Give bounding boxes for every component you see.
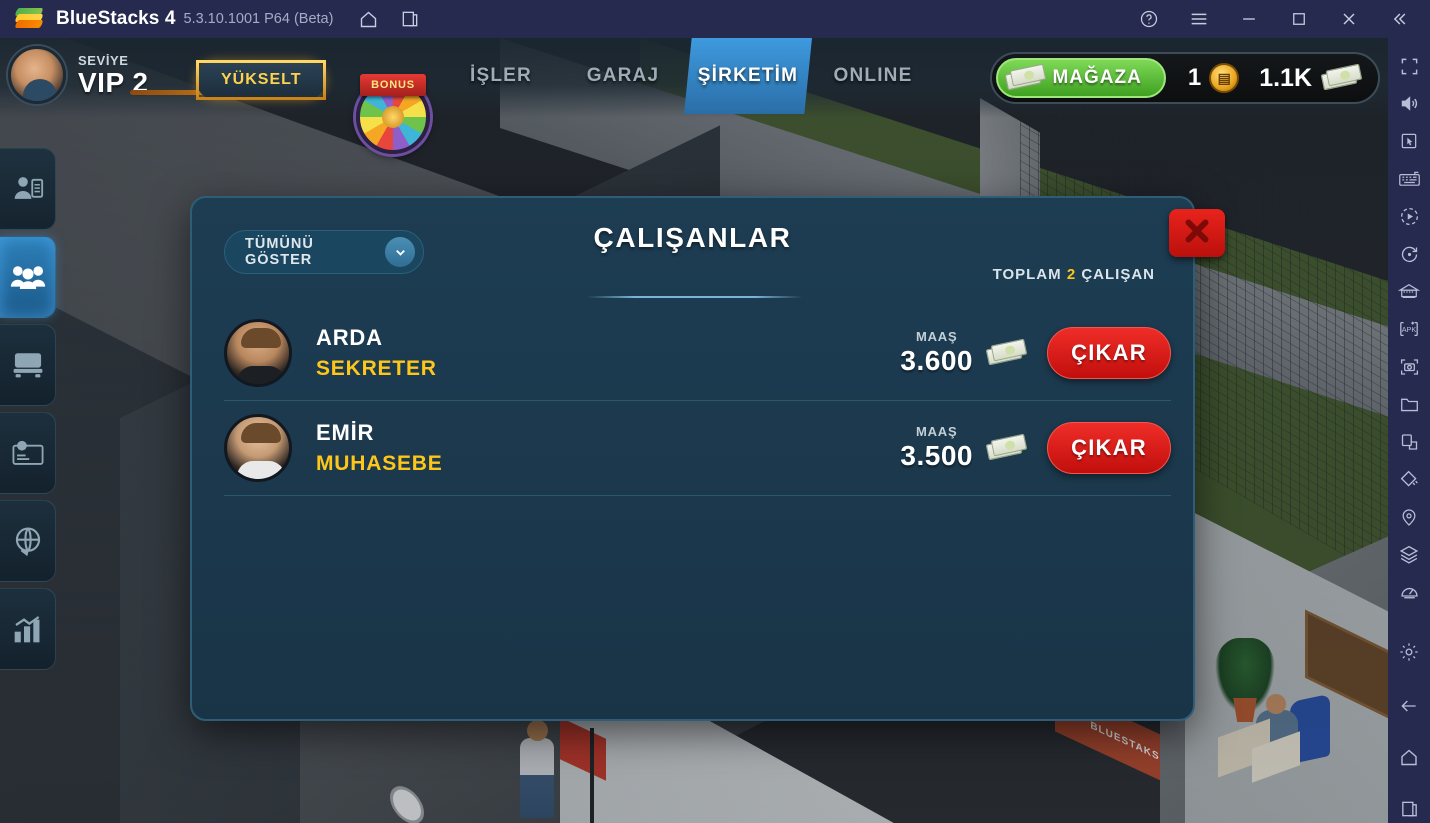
employee-name: EMİR <box>316 420 375 445</box>
close-x-icon <box>1180 214 1214 253</box>
game-viewport[interactable]: BLUESTAKS SEVİYE VIP 2 YÜKSELT BONUS İŞL… <box>0 38 1388 823</box>
cash-value: 1.1K <box>1259 63 1312 92</box>
gold-coin-icon: ▤ <box>1209 63 1240 93</box>
back-icon[interactable] <box>1393 691 1425 720</box>
home-icon[interactable] <box>1393 743 1425 772</box>
macro-record-icon[interactable] <box>1393 202 1425 231</box>
cash-stack-icon <box>1005 63 1047 91</box>
avatar <box>224 319 292 387</box>
cash-stack-icon <box>1320 63 1363 91</box>
sidebar-item-globe[interactable] <box>0 500 56 582</box>
total-employees-label: TOPLAM 2 ÇALIŞAN <box>993 266 1155 283</box>
location-icon[interactable] <box>1393 503 1425 532</box>
home-icon[interactable] <box>351 2 385 36</box>
dialog-title: ÇALIŞANLAR <box>593 222 792 253</box>
avatar <box>224 414 292 482</box>
vip-status[interactable]: SEVİYE VIP 2 <box>8 46 148 104</box>
eco-mode-icon[interactable] <box>1393 578 1425 607</box>
close-dialog-button[interactable] <box>1169 209 1225 257</box>
fire-employee-button[interactable]: ÇIKAR <box>1047 422 1171 474</box>
cursor-icon[interactable] <box>1393 127 1425 156</box>
employee-role: MUHASEBE <box>316 452 443 475</box>
bluestacks-titlebar: BlueStacks 4 5.3.10.1001 P64 (Beta) <box>0 0 1430 38</box>
tab-sirketim[interactable]: ŞİRKETİM <box>684 38 812 114</box>
help-icon[interactable] <box>1132 2 1166 36</box>
gold-value: 1 <box>1187 64 1202 91</box>
globe-icon <box>12 525 44 557</box>
salary-label: MAAŞ <box>915 329 958 344</box>
copy-to-pc-icon[interactable] <box>1393 428 1425 457</box>
minimize-icon[interactable] <box>1232 2 1266 36</box>
fire-employee-button[interactable]: ÇIKAR <box>1047 327 1171 379</box>
tab-isler[interactable]: İŞLER <box>440 38 562 114</box>
multi-instance-manager-icon[interactable] <box>1393 277 1425 306</box>
recents-icon[interactable] <box>1393 794 1425 823</box>
license-icon <box>11 439 45 467</box>
app-title: BlueStacks 4 <box>56 8 176 29</box>
avatar[interactable] <box>8 46 66 104</box>
employee-list: ARDA SEKRETER MAAŞ 3.600 ÇIKAR EMİR MUHA… <box>224 306 1171 496</box>
maximize-icon[interactable] <box>1282 2 1316 36</box>
currency-panel: MAĞAZA 1 ▤ 1.1K <box>990 52 1380 104</box>
truck-icon <box>11 350 45 380</box>
employees-icon <box>10 261 46 293</box>
game-header: SEVİYE VIP 2 YÜKSELT BONUS İŞLER GARAJ Ş… <box>0 38 1388 154</box>
total-count: 2 <box>1066 266 1077 283</box>
tab-garaj[interactable]: GARAJ <box>562 38 684 114</box>
level-label: SEVİYE <box>78 52 129 68</box>
keyboard-icon[interactable] <box>1393 165 1425 194</box>
salary-label: MAAŞ <box>915 424 958 439</box>
main-nav: İŞLER GARAJ ŞİRKETİM ONLINE <box>440 38 934 114</box>
shop-button[interactable]: MAĞAZA <box>996 58 1166 98</box>
title-underline <box>587 296 802 298</box>
game-left-sidebar <box>0 148 56 676</box>
bluestacks-right-rail: APK <box>1388 38 1430 823</box>
shop-button-label: MAĞAZA <box>1052 67 1142 88</box>
layers-icon[interactable] <box>1393 541 1425 570</box>
shake-icon[interactable] <box>1393 465 1425 494</box>
employees-dialog: TÜMÜNÜ GÖSTER ÇALIŞANLAR TOPLAM 2 ÇALIŞA… <box>190 196 1195 721</box>
cash-stack-icon <box>985 433 1028 461</box>
rotate-icon[interactable] <box>1393 240 1425 269</box>
multi-instance-icon[interactable] <box>393 2 427 36</box>
bluestacks-logo-icon <box>14 8 44 30</box>
app-version: 5.3.10.1001 P64 (Beta) <box>183 11 334 27</box>
settings-icon[interactable] <box>1393 638 1425 667</box>
upgrade-button[interactable]: YÜKSELT <box>196 60 327 100</box>
sidebar-item-employees[interactable] <box>0 236 56 318</box>
folder-icon[interactable] <box>1393 390 1425 419</box>
close-icon[interactable] <box>1332 2 1366 36</box>
svg-text:APK: APK <box>1402 326 1417 335</box>
salary-value: 3.500 <box>900 440 973 471</box>
bonus-ribbon[interactable]: BONUS <box>360 74 426 96</box>
table-row[interactable]: ARDA SEKRETER MAAŞ 3.600 ÇIKAR <box>224 306 1171 401</box>
menu-icon[interactable] <box>1182 2 1216 36</box>
volume-icon[interactable] <box>1393 90 1425 119</box>
fullscreen-icon[interactable] <box>1393 52 1425 81</box>
employee-role: SEKRETER <box>316 357 437 380</box>
window-controls <box>1132 2 1430 36</box>
sidebar-item-stats[interactable] <box>0 588 56 670</box>
sidebar-item-license[interactable] <box>0 412 56 494</box>
table-row[interactable]: EMİR MUHASEBE MAAŞ 3.500 ÇIKAR <box>224 401 1171 496</box>
total-suffix: ÇALIŞAN <box>1081 266 1155 283</box>
stats-icon <box>12 614 44 644</box>
total-prefix: TOPLAM <box>992 266 1062 283</box>
sidebar-item-profile[interactable] <box>0 148 56 230</box>
screenshot-icon[interactable] <box>1393 353 1425 382</box>
tab-online[interactable]: ONLINE <box>812 38 934 114</box>
profile-icon <box>11 172 45 206</box>
apk-install-icon[interactable]: APK <box>1393 315 1425 344</box>
salary-value: 3.600 <box>900 345 973 376</box>
cash-stack-icon <box>985 338 1028 366</box>
employee-name: ARDA <box>316 325 383 350</box>
collapse-icon[interactable] <box>1382 2 1416 36</box>
sidebar-item-truck[interactable] <box>0 324 56 406</box>
